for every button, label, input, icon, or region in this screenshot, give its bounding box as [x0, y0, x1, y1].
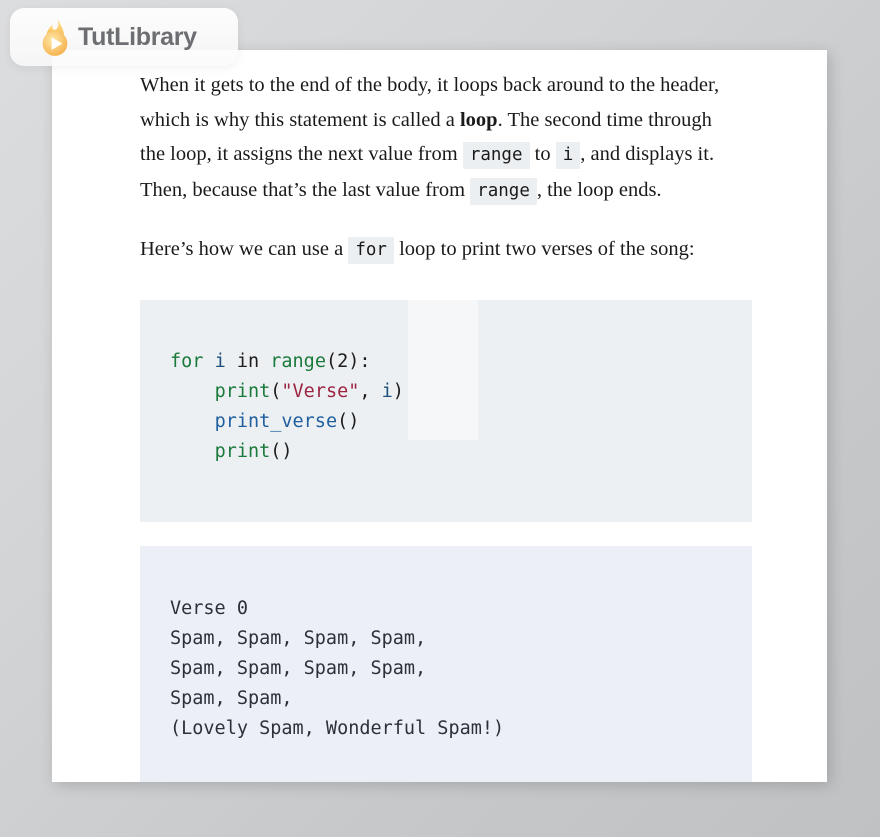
code-block: for i in range(2): print("Verse", i) pri… [140, 299, 752, 522]
code-token: ( [270, 380, 282, 402]
document-page: When it gets to the end of the body, it … [52, 50, 827, 782]
brand-name: TutLibrary [78, 22, 197, 51]
emphasis-text: loop [459, 108, 498, 131]
inline-code: range [462, 142, 530, 170]
document-content: When it gets to the end of the body, it … [52, 50, 827, 782]
text-run: , the loop ends. [536, 178, 662, 201]
code-token: () [270, 440, 293, 462]
text-run: to [529, 143, 556, 166]
code-token: 2 [337, 350, 349, 372]
code-token: range [270, 350, 326, 372]
flame-play-icon [36, 16, 74, 58]
inline-code: range [470, 177, 537, 205]
code-token: , [359, 380, 382, 402]
code-token: "Verse" [281, 380, 360, 402]
text-run: Here’s how we can use a [140, 238, 349, 261]
code-token: print [214, 440, 271, 462]
output-text: Verse 0 Spam, Spam, Spam, Spam, Spam, Sp… [170, 597, 505, 739]
output-block: Verse 0 Spam, Spam, Spam, Spam, Spam, Sp… [140, 545, 752, 782]
code-token: ( [325, 350, 338, 372]
code-token: i [381, 380, 393, 402]
paragraph-2: Here’s how we can use a for loop to prin… [140, 232, 740, 268]
code-token: in [225, 350, 271, 372]
code-token: for [170, 350, 204, 372]
code-token: ) [392, 380, 404, 402]
paragraph-1: When it gets to the end of the body, it … [140, 68, 740, 208]
code-listing: for i in range(2): print("Verse", i) pri… [170, 347, 752, 467]
inline-code: for [348, 237, 394, 265]
code-token: print_verse [214, 410, 338, 432]
text-run: loop to print two verses of the song: [393, 238, 695, 261]
brand-logo-badge[interactable]: TutLibrary [10, 8, 238, 66]
inline-code: i [555, 142, 581, 170]
code-token: i [214, 350, 226, 372]
code-token: ): [348, 350, 371, 372]
code-token: () [337, 410, 360, 432]
code-token: print [214, 380, 271, 402]
